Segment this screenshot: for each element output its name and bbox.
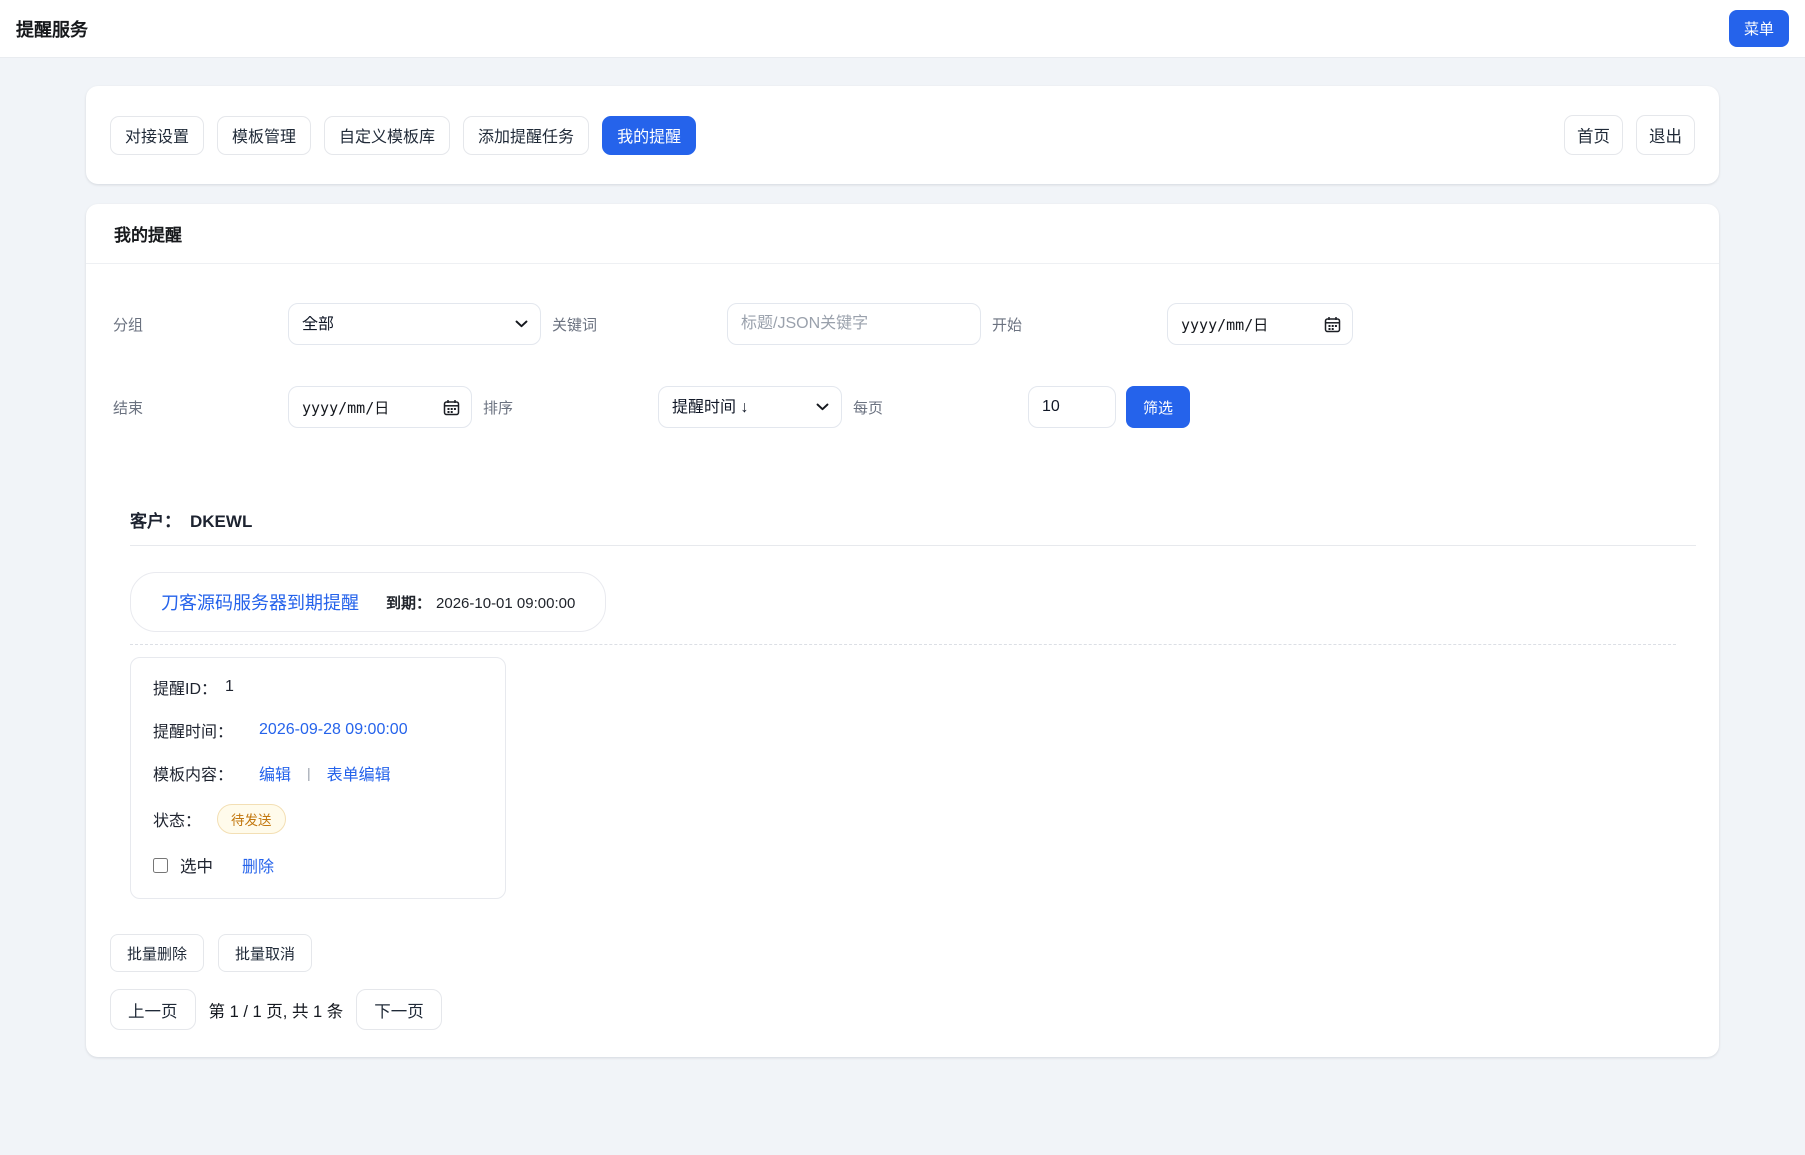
status-badge: 待发送 xyxy=(217,804,286,834)
filter-button[interactable]: 筛选 xyxy=(1126,386,1190,428)
app-title: 提醒服务 xyxy=(16,16,88,42)
my-reminders-panel: 我的提醒 分组 全部 关键词 开始 xyxy=(86,204,1719,1057)
reminder-time-label: 提醒时间： xyxy=(153,718,233,742)
sort-filter: 排序 提醒时间 ↓ xyxy=(483,386,842,428)
tab-custom-template-library[interactable]: 自定义模板库 xyxy=(324,116,450,155)
select-checkbox[interactable] xyxy=(153,858,168,873)
reminder-id-value: 1 xyxy=(225,678,234,696)
menu-button[interactable]: 菜单 xyxy=(1729,10,1789,47)
keyword-filter-label: 关键词 xyxy=(552,314,727,335)
select-row: 选中 删除 xyxy=(153,853,483,877)
link-separator: | xyxy=(307,765,311,781)
sort-select-control[interactable]: 提醒时间 ↓ xyxy=(658,386,842,428)
keyword-filter: 关键词 xyxy=(552,303,981,345)
filter-row-1: 分组 全部 关键词 开始 yyyy/mm/日 xyxy=(113,303,1691,345)
group-filter-label: 分组 xyxy=(113,314,288,335)
nav-right-actions: 首页 退出 xyxy=(1564,115,1695,155)
reminder-item-card: 提醒ID： 1 提醒时间： 2026-09-28 09:00:00 模板内容： … xyxy=(130,657,506,899)
next-page-button[interactable]: 下一页 xyxy=(356,989,442,1030)
tab-connection-settings[interactable]: 对接设置 xyxy=(110,116,204,155)
customer-name: DKEWL xyxy=(190,512,252,532)
tab-template-management[interactable]: 模板管理 xyxy=(217,116,311,155)
expiry-value: 2026-10-01 09:00:00 xyxy=(436,595,575,612)
start-date-input[interactable]: yyyy/mm/日 xyxy=(1167,303,1353,345)
start-date-label: 开始 xyxy=(992,314,1167,335)
status-label: 状态： xyxy=(153,807,201,831)
reminder-id-label: 提醒ID： xyxy=(153,675,217,699)
reminder-id-row: 提醒ID： 1 xyxy=(153,675,483,699)
pagination: 上一页 第 1 / 1 页, 共 1 条 下一页 xyxy=(110,989,1691,1030)
topbar: 提醒服务 菜单 xyxy=(0,0,1805,58)
sort-select: 提醒时间 ↓ xyxy=(658,386,842,428)
reminder-group-expiry: 到期： 2026-10-01 09:00:00 xyxy=(386,592,575,613)
home-button[interactable]: 首页 xyxy=(1564,115,1623,155)
per-page-filter: 每页 筛选 xyxy=(853,386,1190,428)
panel-footer: 批量删除 批量取消 上一页 第 1 / 1 页, 共 1 条 下一页 xyxy=(86,899,1719,1030)
filter-row-2: 结束 yyyy/mm/日 排序 提醒时间 ↓ xyxy=(113,386,1691,428)
tab-my-reminders[interactable]: 我的提醒 xyxy=(602,116,696,155)
start-date-filter: 开始 yyyy/mm/日 xyxy=(992,303,1353,345)
pagination-info: 第 1 / 1 页, 共 1 条 xyxy=(209,998,344,1022)
group-select: 全部 xyxy=(288,303,541,345)
form-edit-link[interactable]: 表单编辑 xyxy=(327,761,391,785)
prev-page-button[interactable]: 上一页 xyxy=(110,989,196,1030)
keyword-input[interactable] xyxy=(727,303,981,345)
tab-add-reminder-task[interactable]: 添加提醒任务 xyxy=(463,116,589,155)
template-content-row: 模板内容： 编辑 | 表单编辑 xyxy=(153,761,483,785)
end-date-filter: 结束 yyyy/mm/日 xyxy=(113,386,472,428)
customer-label: 客户： xyxy=(130,507,181,532)
end-date-value: yyyy/mm/日 xyxy=(302,397,389,418)
batch-cancel-button[interactable]: 批量取消 xyxy=(218,934,312,972)
nav-toolbar: 对接设置 模板管理 自定义模板库 添加提醒任务 我的提醒 首页 退出 xyxy=(86,86,1719,184)
group-select-control[interactable]: 全部 xyxy=(288,303,541,345)
start-date-value: yyyy/mm/日 xyxy=(1181,314,1268,335)
reminder-group-card: 刀客源码服务器到期提醒 到期： 2026-10-01 09:00:00 xyxy=(130,572,606,632)
reminder-list: 客户： DKEWL 刀客源码服务器到期提醒 到期： 2026-10-01 09:0… xyxy=(86,428,1719,899)
calendar-icon[interactable] xyxy=(1324,316,1341,333)
end-date-input[interactable]: yyyy/mm/日 xyxy=(288,386,472,428)
per-page-label: 每页 xyxy=(853,397,1028,418)
select-label: 选中 xyxy=(180,853,213,877)
filter-form: 分组 全部 关键词 开始 yyyy/mm/日 xyxy=(86,264,1719,428)
reminder-time-link[interactable]: 2026-09-28 09:00:00 xyxy=(259,721,408,739)
edit-link[interactable]: 编辑 xyxy=(259,761,291,785)
customer-heading: 客户： DKEWL xyxy=(130,507,1696,532)
end-date-label: 结束 xyxy=(113,397,288,418)
customer-divider xyxy=(130,545,1696,546)
reminder-group-title-link[interactable]: 刀客源码服务器到期提醒 xyxy=(161,589,359,615)
reminder-time-row: 提醒时间： 2026-09-28 09:00:00 xyxy=(153,718,483,742)
nav-tabs: 对接设置 模板管理 自定义模板库 添加提醒任务 我的提醒 xyxy=(110,116,696,155)
batch-actions: 批量删除 批量取消 xyxy=(110,934,1691,972)
dashed-divider xyxy=(130,644,1676,645)
expiry-label: 到期： xyxy=(386,595,431,612)
group-filter: 分组 全部 xyxy=(113,303,541,345)
per-page-input[interactable] xyxy=(1028,386,1116,428)
template-content-label: 模板内容： xyxy=(153,761,233,785)
logout-button[interactable]: 退出 xyxy=(1636,115,1695,155)
calendar-icon[interactable] xyxy=(443,399,460,416)
panel-title: 我的提醒 xyxy=(86,204,1719,264)
page-body: 对接设置 模板管理 自定义模板库 添加提醒任务 我的提醒 首页 退出 我的提醒 … xyxy=(0,58,1805,1057)
batch-delete-button[interactable]: 批量删除 xyxy=(110,934,204,972)
sort-filter-label: 排序 xyxy=(483,397,658,418)
status-row: 状态： 待发送 xyxy=(153,804,483,834)
delete-link[interactable]: 删除 xyxy=(242,853,274,877)
